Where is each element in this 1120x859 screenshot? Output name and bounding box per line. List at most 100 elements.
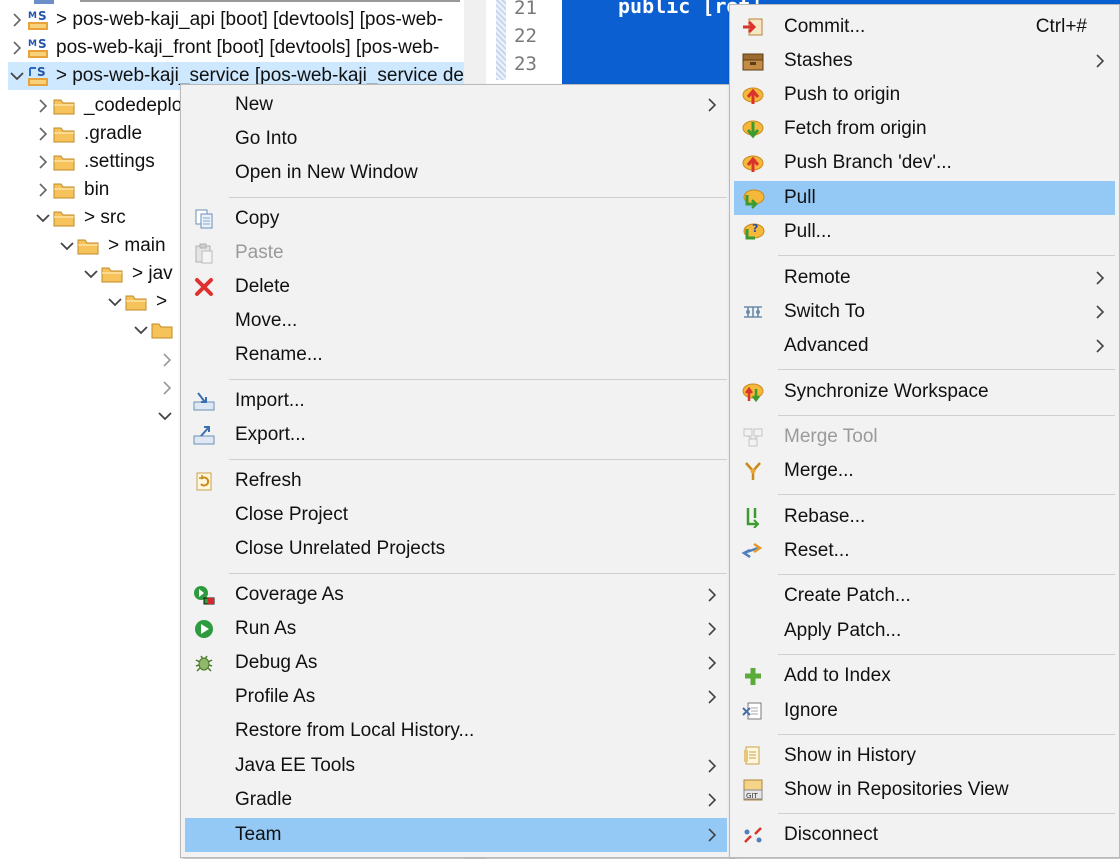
folder-icon <box>76 236 102 256</box>
submenu-arrow-icon <box>1095 338 1105 354</box>
tree-row-label: > jav <box>132 263 173 284</box>
menu-item-push-origin[interactable]: Push to origin <box>734 78 1115 112</box>
tree-row-folder[interactable]: .gradle <box>34 120 142 148</box>
menu-item-switch-to[interactable]: Switch To <box>734 295 1115 329</box>
menu-item-label: Disconnect <box>784 824 878 845</box>
menu-item-stashes[interactable]: Stashes <box>734 44 1115 78</box>
svg-text:M: M <box>28 11 37 21</box>
menu-item-rename[interactable]: Rename... <box>185 338 727 372</box>
menu-item-profile-as[interactable]: Profile As <box>185 680 727 714</box>
tree-row-folder[interactable]: > main <box>58 232 166 260</box>
menu-item-commit[interactable]: Commit... Ctrl+# <box>734 10 1115 44</box>
chevron-down-icon[interactable] <box>106 297 124 307</box>
menu-item-pull[interactable]: Pull <box>734 181 1115 215</box>
menu-item-rebase[interactable]: Rebase... <box>734 500 1115 534</box>
menu-item-delete[interactable]: Delete <box>185 270 727 304</box>
menu-item-push-branch[interactable]: Push Branch 'dev'... <box>734 146 1115 180</box>
menu-item-debug-as[interactable]: Debug As <box>185 646 727 680</box>
menu-item-label: Profile As <box>235 686 316 707</box>
chevron-down-icon[interactable] <box>8 71 26 81</box>
menu-item-synchronize[interactable]: Synchronize Workspace <box>734 375 1115 409</box>
submenu-arrow-icon <box>707 792 717 808</box>
chevron-right-icon[interactable] <box>158 381 176 395</box>
svg-text:S: S <box>37 65 46 79</box>
tree-row-collapsed[interactable] <box>158 346 176 374</box>
menu-item-new[interactable]: New <box>185 88 727 122</box>
menu-item-ignore[interactable]: Ignore <box>734 694 1115 728</box>
menu-item-merge[interactable]: Merge... <box>734 454 1115 488</box>
menu-item-advanced[interactable]: Advanced <box>734 329 1115 363</box>
menu-item-close-unrelated[interactable]: Close Unrelated Projects <box>185 532 727 566</box>
tree-row-folder[interactable]: _codedeplo <box>34 92 182 120</box>
chevron-down-icon[interactable] <box>34 213 52 223</box>
menu-item-go-into[interactable]: Go Into <box>185 122 727 156</box>
chevron-right-icon[interactable] <box>34 183 52 197</box>
push-branch-icon <box>740 151 766 175</box>
submenu-arrow-icon <box>707 97 717 113</box>
menu-item-label: Java EE Tools <box>235 755 356 776</box>
menu-item-gradle[interactable]: Gradle <box>185 783 727 817</box>
menu-item-label: Rename... <box>235 344 323 365</box>
menu-item-restore-history[interactable]: Restore from Local History... <box>185 714 727 748</box>
chevron-right-icon[interactable] <box>34 99 52 113</box>
chevron-down-icon[interactable] <box>132 325 150 335</box>
chevron-down-icon[interactable] <box>58 241 76 251</box>
chevron-right-icon[interactable] <box>8 13 26 27</box>
menu-item-paste[interactable]: Paste <box>185 236 727 270</box>
menu-item-label: Rebase... <box>784 506 866 527</box>
menu-item-open-new-window[interactable]: Open in New Window <box>185 156 727 190</box>
submenu-arrow-icon <box>707 827 717 843</box>
menu-item-fetch-origin[interactable]: Fetch from origin <box>734 112 1115 146</box>
menu-item-copy[interactable]: Copy <box>185 202 727 236</box>
submenu-arrow-icon <box>1095 53 1105 69</box>
pull-dialog-icon: ? <box>740 220 766 244</box>
tree-row-folder[interactable]: > jav <box>82 260 173 288</box>
folder-icon <box>52 124 78 144</box>
chevron-right-icon[interactable] <box>34 155 52 169</box>
tree-row-project-front[interactable]: MS pos-web-kaji_front [boot] [devtools] … <box>8 34 439 62</box>
menu-item-close-project[interactable]: Close Project <box>185 498 727 532</box>
submenu-arrow-icon <box>707 689 717 705</box>
menu-item-refresh[interactable]: Refresh <box>185 464 727 498</box>
pull-icon <box>740 186 766 210</box>
chevron-right-icon[interactable] <box>158 353 176 367</box>
menu-item-remote[interactable]: Remote <box>734 261 1115 295</box>
menu-item-label: Export... <box>235 424 306 445</box>
submenu-arrow-icon <box>707 621 717 637</box>
tree-row-folder[interactable]: .settings <box>34 148 155 176</box>
menu-item-team[interactable]: Team <box>185 818 727 852</box>
menu-item-pull-dialog[interactable]: ? Pull... <box>734 215 1115 249</box>
tree-row-folder[interactable]: bin <box>34 176 109 204</box>
menu-item-show-history[interactable]: Show in History <box>734 739 1115 773</box>
editor-overview-ruler <box>496 0 506 80</box>
chevron-right-icon[interactable] <box>34 127 52 141</box>
menu-item-disconnect[interactable]: Disconnect <box>734 818 1115 852</box>
tree-row-expanded[interactable] <box>156 402 174 430</box>
chevron-right-icon[interactable] <box>8 41 26 55</box>
menu-item-create-patch[interactable]: Create Patch... <box>734 579 1115 613</box>
menu-item-label: Coverage As <box>235 584 344 605</box>
menu-item-coverage-as[interactable]: Coverage As <box>185 578 727 612</box>
menu-separator <box>778 415 1115 416</box>
menu-item-import[interactable]: Import... <box>185 384 727 418</box>
menu-item-show-repositories[interactable]: GIT Show in Repositories View <box>734 773 1115 807</box>
menu-item-add-to-index[interactable]: Add to Index <box>734 659 1115 693</box>
tree-row-collapsed[interactable] <box>158 374 176 402</box>
chevron-down-icon[interactable] <box>156 411 174 421</box>
menu-item-apply-patch[interactable]: Apply Patch... <box>734 614 1115 648</box>
menu-item-export[interactable]: Export... <box>185 418 727 452</box>
menu-item-move[interactable]: Move... <box>185 304 727 338</box>
menu-item-label: Push to origin <box>784 84 901 105</box>
menu-item-run-as[interactable]: Run As <box>185 612 727 646</box>
tree-row-folder[interactable]: > src <box>34 204 126 232</box>
menu-item-reset[interactable]: Reset... <box>734 534 1115 568</box>
folder-icon <box>52 96 78 116</box>
menu-item-label: Delete <box>235 276 290 297</box>
menu-separator <box>778 255 1115 256</box>
menu-item-java-ee-tools[interactable]: Java EE Tools <box>185 749 727 783</box>
tree-row-folder[interactable] <box>132 316 182 344</box>
tree-row-folder[interactable]: > <box>106 288 167 316</box>
menu-item-merge-tool[interactable]: Merge Tool <box>734 420 1115 454</box>
chevron-down-icon[interactable] <box>82 269 100 279</box>
tree-row-project-api[interactable]: MS > pos-web-kaji_api [boot] [devtools] … <box>8 6 443 34</box>
